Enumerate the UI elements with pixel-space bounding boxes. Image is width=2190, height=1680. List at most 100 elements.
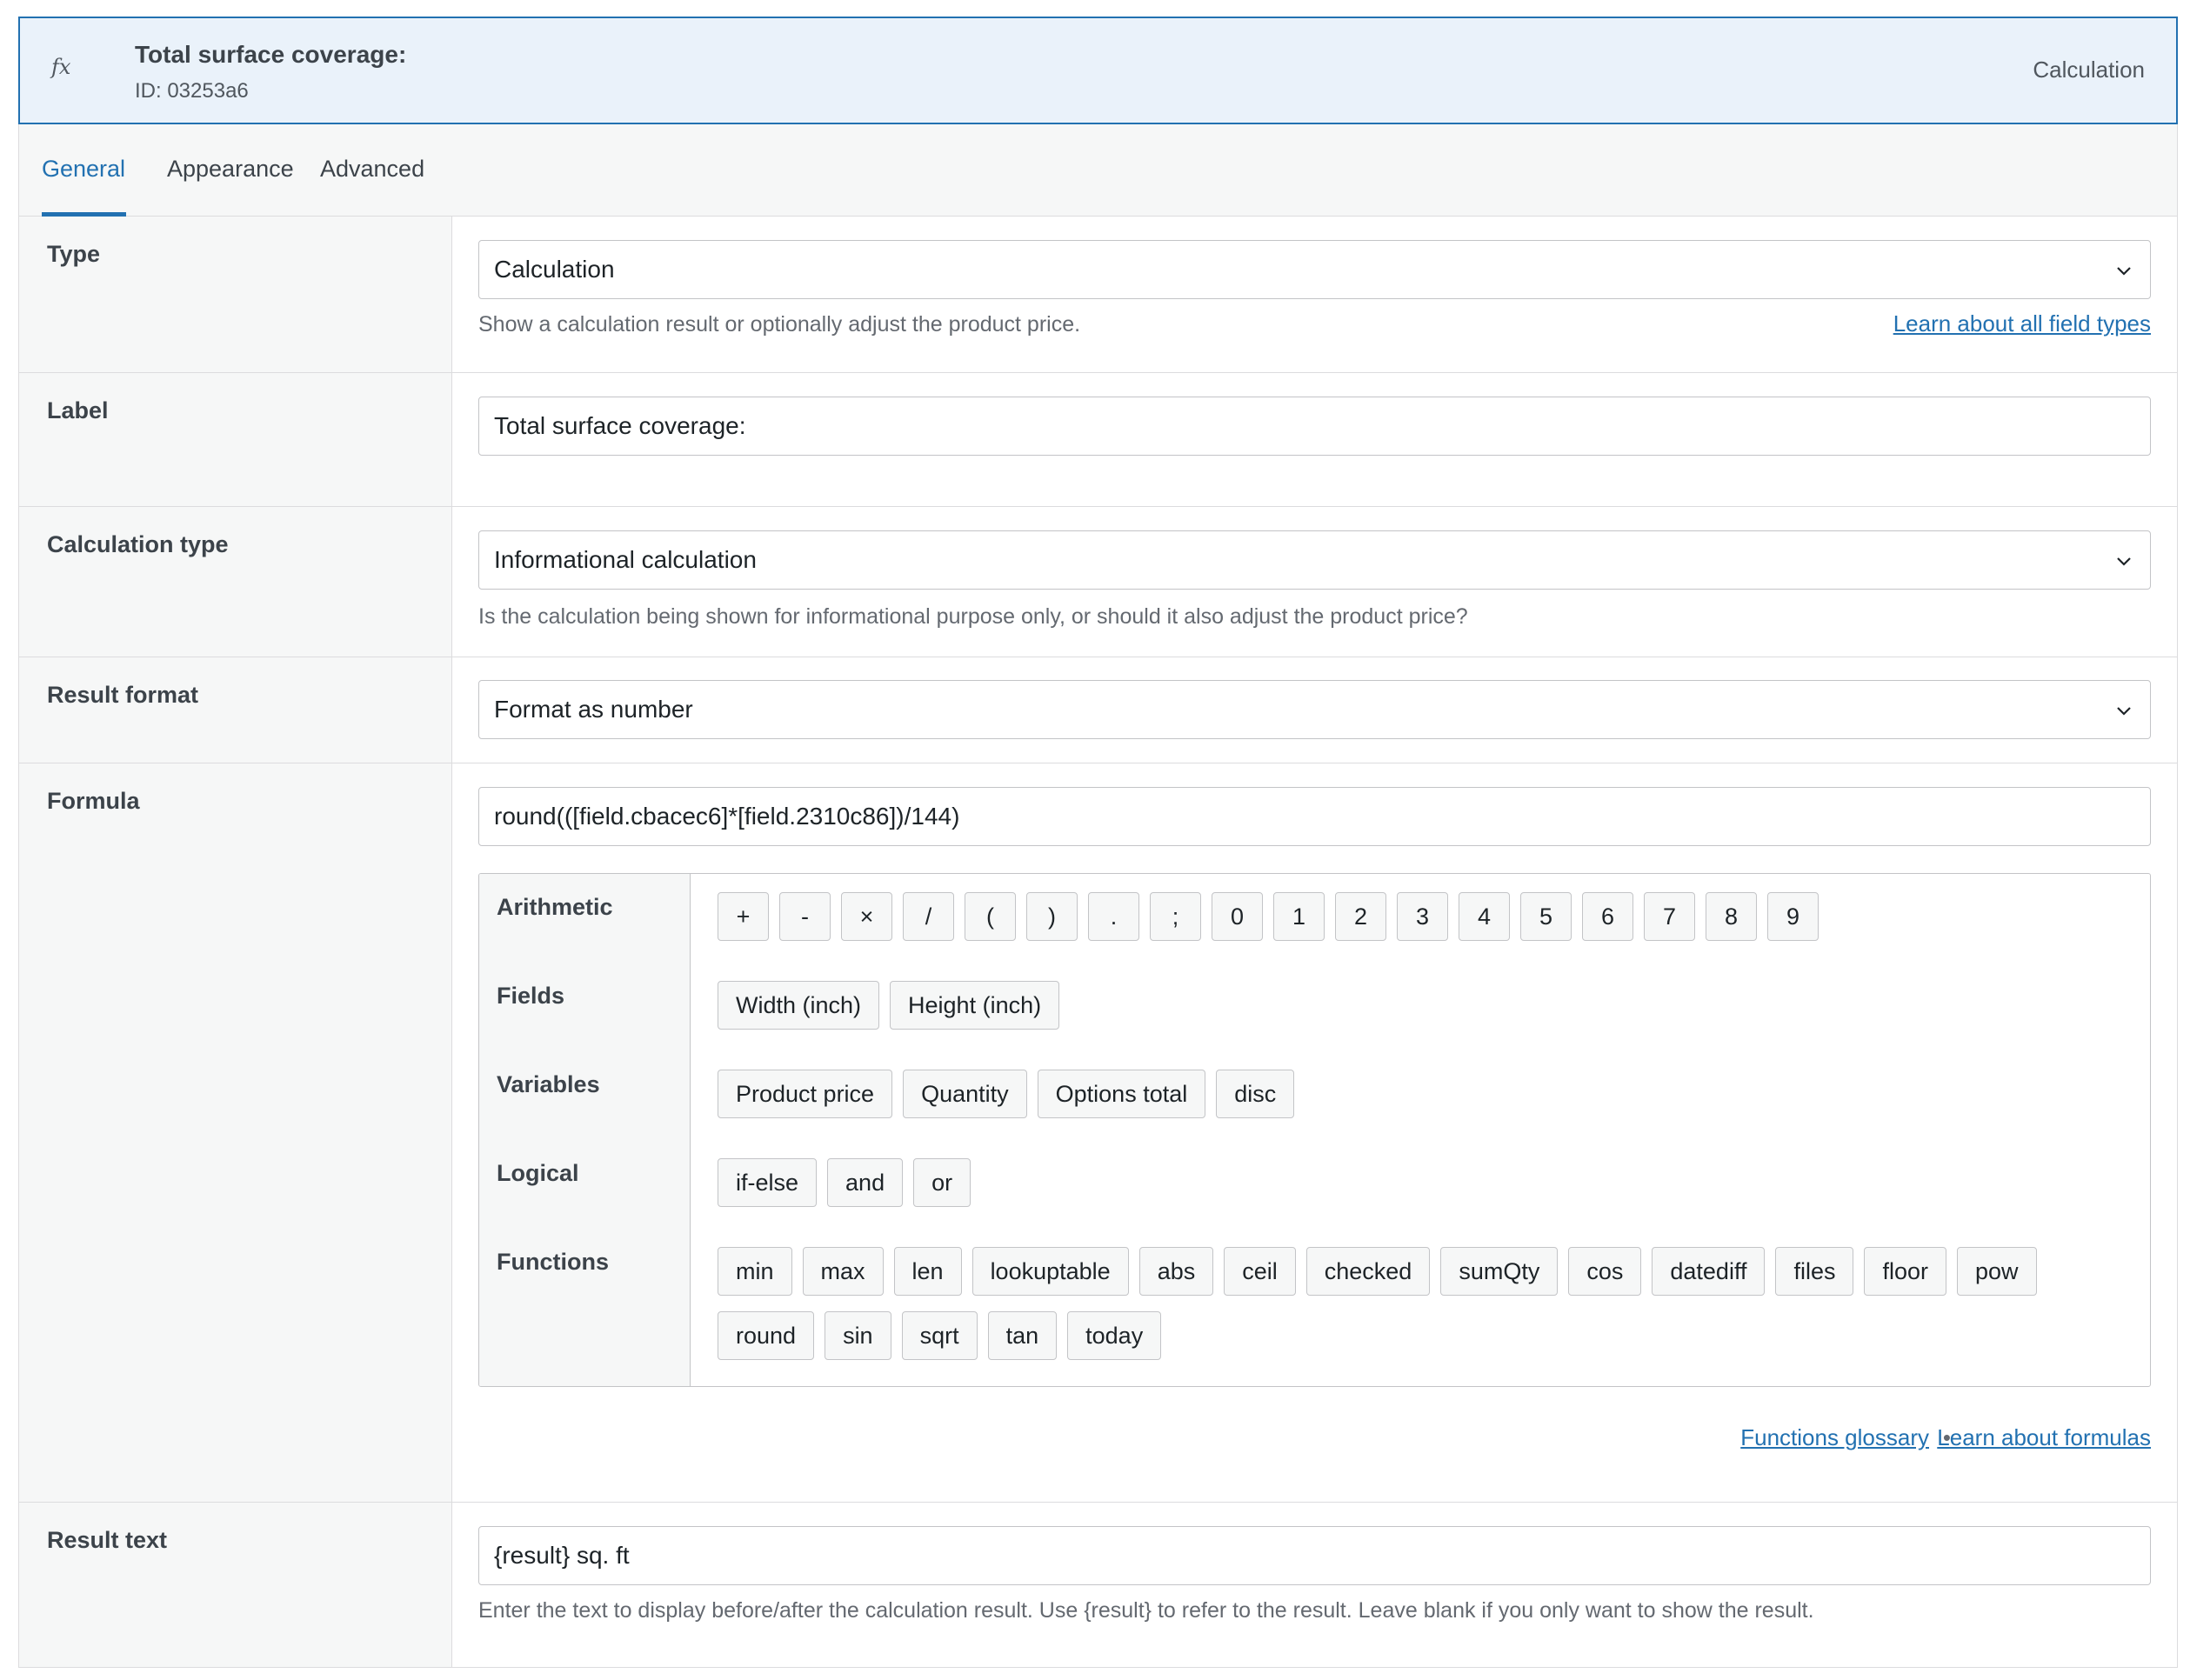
formula-row-content: round(([field.cbacec6]*[field.2310c86])/… (451, 763, 2177, 1502)
functions-glossary-link[interactable]: Functions glossary (1740, 1424, 1929, 1451)
arithmetic-operator-button[interactable]: 8 (1706, 892, 1757, 941)
formula-input[interactable]: round(([field.cbacec6]*[field.2310c86])/… (478, 787, 2151, 846)
insert-variable-button[interactable]: Product price (718, 1070, 893, 1118)
insert-function-button[interactable]: sumQty (1440, 1247, 1559, 1296)
type-label: Type (47, 241, 101, 267)
insert-function-button[interactable]: round (718, 1311, 815, 1360)
field-id: ID: 03253a6 (135, 79, 249, 103)
arithmetic-operator-button[interactable]: 1 (1273, 892, 1325, 941)
calculation-type-value: Informational calculation (494, 546, 757, 573)
type-row-content: Calculation Show a calculation result or… (451, 217, 2177, 372)
field-settings-panel: General Appearance Advanced Type Calcula… (18, 124, 2178, 1668)
chevron-down-icon (2117, 557, 2131, 566)
calculation-type-row: Calculation type Informational calculati… (19, 507, 2177, 657)
function-buttons: min max len lookuptable abs ceil checked sumQty… (718, 1247, 2072, 1360)
arithmetic-operator-button[interactable]: + (718, 892, 769, 941)
learn-formulas-link[interactable]: Learn about formulas (1937, 1424, 2151, 1451)
insert-function-button[interactable]: sin (825, 1311, 891, 1360)
insert-function-button[interactable]: lookuptable (971, 1247, 1129, 1296)
tab-general[interactable]: General (42, 156, 125, 183)
insert-field-button[interactable]: Height (inch) (890, 981, 1060, 1030)
arithmetic-operator-button[interactable]: - (779, 892, 831, 941)
field-buttons: Width (inch) Height (inch) (718, 981, 2133, 1030)
result-format-row-content: Format as number (451, 657, 2177, 763)
insert-variable-button[interactable]: Quantity (903, 1070, 1027, 1118)
result-text-help: Enter the text to display before/after t… (478, 1598, 1814, 1623)
insert-function-button[interactable]: checked (1305, 1247, 1431, 1296)
insert-function-button[interactable]: abs (1138, 1247, 1214, 1296)
insert-function-button[interactable]: today (1067, 1311, 1162, 1360)
arithmetic-operator-button[interactable]: . (1088, 892, 1139, 941)
type-select-value: Calculation (494, 256, 615, 283)
chevron-down-icon (2117, 267, 2131, 276)
learn-field-types-link[interactable]: Learn about all field types (1893, 310, 2151, 337)
result-text-row: Result text {result} sq. ft Enter the te… (19, 1503, 2177, 1668)
result-format-label: Result format (47, 682, 199, 708)
insert-function-button[interactable]: ceil (1224, 1247, 1296, 1296)
label-input[interactable]: Total surface coverage: (478, 397, 2151, 456)
arithmetic-operator-button[interactable]: 0 (1212, 892, 1263, 941)
calculation-type-select[interactable]: Informational calculation (478, 530, 2151, 590)
formula-builder-categories: Arithmetic Fields Variables Logical Func… (479, 874, 691, 1386)
arithmetic-operator-button[interactable]: ; (1150, 892, 1201, 941)
category-arithmetic: Arithmetic (497, 894, 613, 920)
result-format-value: Format as number (494, 696, 693, 723)
tab-advanced[interactable]: Advanced (320, 156, 424, 183)
arithmetic-operator-button[interactable]: × (841, 892, 892, 941)
calculation-type-help-text: Is the calculation being shown for infor… (478, 604, 1468, 629)
insert-function-button[interactable]: len (893, 1247, 962, 1296)
arithmetic-operator-button[interactable]: 4 (1459, 892, 1510, 941)
insert-function-button[interactable]: max (802, 1247, 884, 1296)
insert-logical-button[interactable]: if-else (718, 1158, 818, 1207)
insert-function-button[interactable]: floor (1864, 1247, 1947, 1296)
field-type-label: Calculation (2033, 57, 2145, 83)
insert-variable-button[interactable]: Options total (1037, 1070, 1206, 1118)
arithmetic-buttons: + - × /().; 0 1 2 3 4 5 6 7 8 9 (718, 892, 2133, 941)
type-row: Type Calculation Show a calculation resu… (19, 217, 2177, 373)
field-title: Total surface coverage: (135, 41, 407, 68)
arithmetic-operator-button[interactable]: 7 (1644, 892, 1695, 941)
arithmetic-operator-button[interactable]: 2 (1335, 892, 1386, 941)
label-row-content: Total surface coverage: (451, 373, 2177, 506)
insert-function-button[interactable]: min (718, 1247, 792, 1296)
formula-label: Formula (47, 788, 140, 814)
calculation-type-label: Calculation type (47, 531, 229, 557)
insert-function-button[interactable]: sqrt (901, 1311, 978, 1360)
arithmetic-operator-button[interactable]: 9 (1767, 892, 1819, 941)
type-help-text: Show a calculation result or optionally … (478, 312, 1081, 337)
label-label: Label (47, 397, 109, 423)
insert-function-button[interactable]: files (1775, 1247, 1854, 1296)
type-select[interactable]: Calculation (478, 240, 2151, 299)
formula-row: Formula round(([field.cbacec6]*[field.23… (19, 763, 2177, 1503)
arithmetic-operator-button[interactable]: 3 (1397, 892, 1448, 941)
result-text-label: Result text (47, 1527, 168, 1553)
category-functions: Functions (497, 1249, 609, 1275)
formula-builder: Arithmetic Fields Variables Logical Func… (478, 873, 2151, 1387)
arithmetic-operator-button[interactable]: ( (965, 892, 1016, 941)
category-variables: Variables (497, 1071, 600, 1097)
insert-logical-button[interactable]: and (827, 1158, 904, 1207)
tab-bar: General Appearance Advanced (19, 124, 2177, 217)
category-logical: Logical (497, 1160, 579, 1186)
calculation-type-row-content: Informational calculation Is the calcula… (451, 507, 2177, 657)
category-fields: Fields (497, 983, 565, 1009)
insert-function-button[interactable]: tan (987, 1311, 1058, 1360)
insert-function-button[interactable]: cos (1568, 1247, 1642, 1296)
tab-appearance[interactable]: Appearance (167, 156, 294, 183)
insert-variable-button[interactable]: disc (1216, 1070, 1295, 1118)
insert-function-button[interactable]: pow (1957, 1247, 2037, 1296)
result-format-row: Result format Format as number (19, 657, 2177, 763)
result-text-row-content: {result} sq. ft Enter the text to displa… (451, 1503, 2177, 1667)
arithmetic-operator-button[interactable]: 6 (1582, 892, 1633, 941)
field-header[interactable]: fx Total surface coverage: ID: 03253a6 C… (18, 17, 2178, 124)
result-format-select[interactable]: Format as number (478, 680, 2151, 739)
insert-logical-button[interactable]: or (913, 1158, 971, 1207)
arithmetic-operator-button[interactable]: 5 (1520, 892, 1572, 941)
logical-buttons: if-else and or (718, 1158, 2133, 1207)
insert-field-button[interactable]: Width (inch) (718, 981, 880, 1030)
arithmetic-operator-button[interactable]: / (903, 892, 954, 941)
arithmetic-operator-button[interactable]: ) (1026, 892, 1078, 941)
result-text-input[interactable]: {result} sq. ft (478, 1526, 2151, 1585)
insert-function-button[interactable]: datediff (1652, 1247, 1766, 1296)
variable-buttons: Product price Quantity Options total disc (718, 1070, 2133, 1118)
